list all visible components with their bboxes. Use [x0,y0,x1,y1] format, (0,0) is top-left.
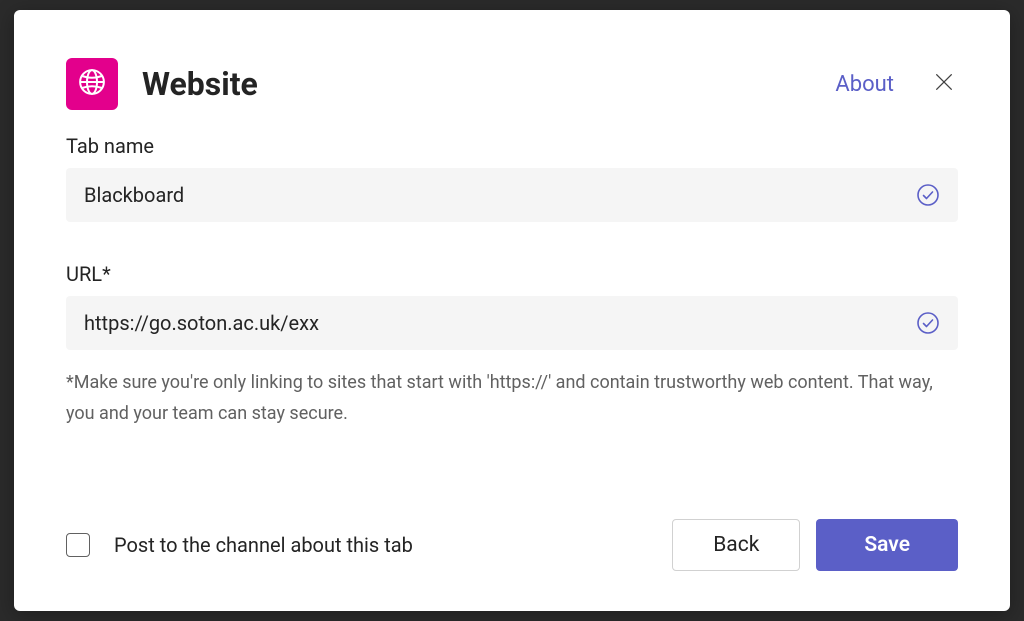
globe-icon [77,67,107,101]
url-label: URL* [66,262,958,286]
tab-name-label: Tab name [66,134,958,158]
post-to-channel-label: Post to the channel about this tab [114,533,672,557]
post-to-channel-checkbox[interactable] [66,533,90,557]
add-website-tab-dialog: Website About Tab name URL* [14,10,1010,611]
close-icon [933,71,955,97]
about-link[interactable]: About [835,72,894,97]
back-button[interactable]: Back [672,519,800,571]
checkmark-circle-icon [916,311,940,335]
save-button[interactable]: Save [816,519,958,571]
dialog-backdrop: Website About Tab name URL* [0,0,1024,621]
tab-name-input-wrap [66,168,958,222]
tab-name-input[interactable] [84,183,916,207]
dialog-title: Website [142,65,835,103]
dialog-header: Website About [66,58,958,110]
url-input[interactable] [84,311,916,335]
checkmark-circle-icon [916,183,940,207]
close-button[interactable] [930,70,958,98]
url-input-wrap [66,296,958,350]
dialog-footer: Post to the channel about this tab Back … [66,519,958,571]
website-app-icon [66,58,118,110]
url-helper-text: *Make sure you're only linking to sites … [66,368,958,429]
